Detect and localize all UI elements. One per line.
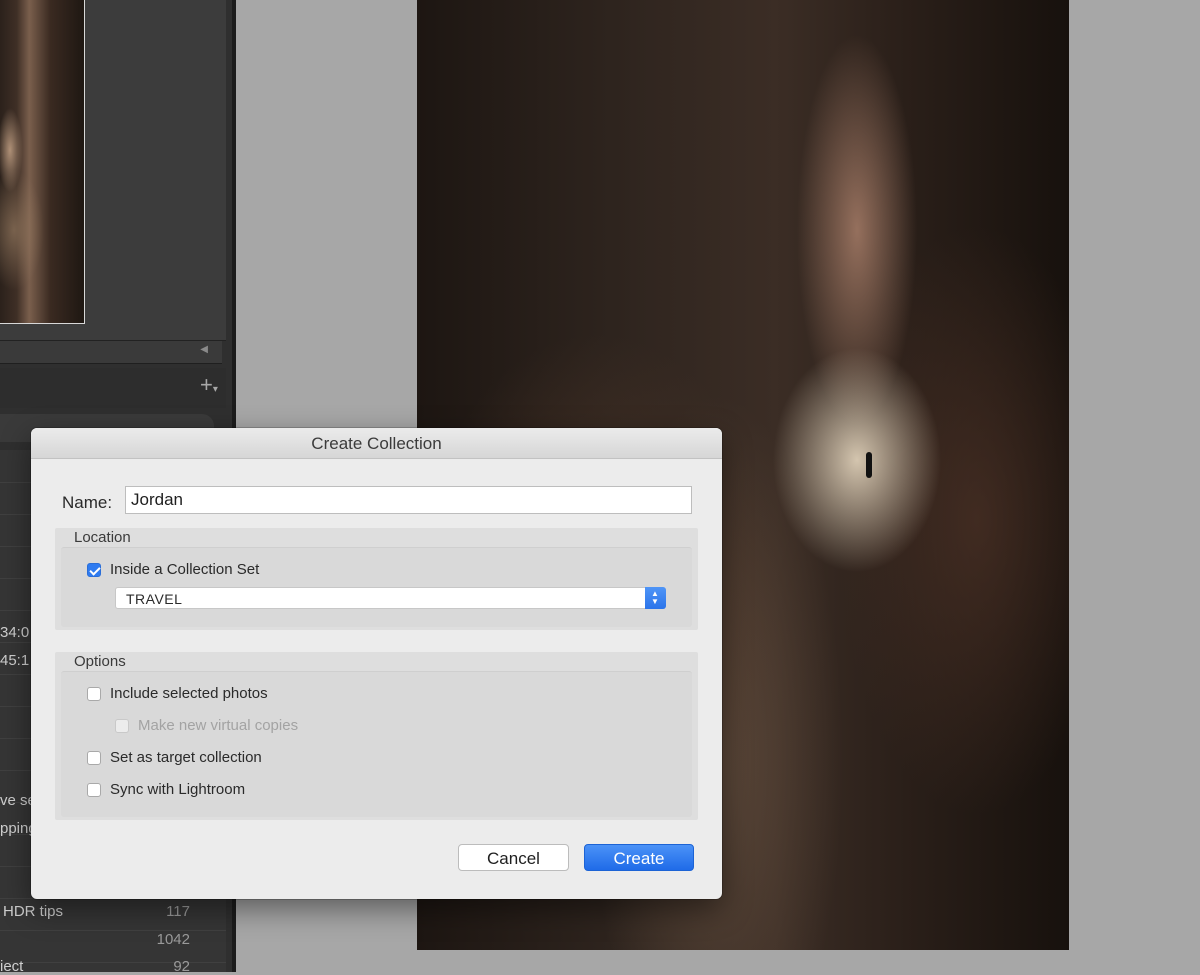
list-item-label: 45:1 [0, 652, 30, 669]
make-virtual-copies-label: Make new virtual copies [138, 717, 299, 734]
dialog-title: Create Collection [311, 434, 442, 453]
navigator-panel [0, 0, 226, 341]
inside-collection-set-checkbox[interactable] [87, 563, 101, 577]
stepper-chevrons-icon[interactable]: ▲ ▼ [645, 587, 666, 609]
list-item-label: HDR tips [3, 903, 64, 920]
collections-header [0, 368, 226, 408]
target-collection-label: Set as target collection [110, 749, 262, 766]
include-selected-photos-label: Include selected photos [110, 685, 268, 702]
collection-set-value: TRAVEL [126, 591, 183, 607]
sync-lightroom-checkbox[interactable] [87, 783, 101, 797]
cancel-button[interactable]: Cancel [458, 844, 569, 871]
photo-detail [866, 452, 872, 478]
list-item-count: 1042 [156, 931, 190, 948]
list-item[interactable] [0, 930, 226, 963]
navigator-thumbnail[interactable] [0, 0, 85, 324]
plus-icon[interactable]: +▾ [200, 374, 218, 401]
collection-set-select[interactable]: TRAVEL ▲ ▼ [115, 587, 666, 609]
include-selected-photos-checkbox[interactable] [87, 687, 101, 701]
triangle-icon[interactable]: ◀ [200, 344, 208, 355]
sync-lightroom-label: Sync with Lightroom [110, 781, 246, 798]
list-item-count: 117 [166, 903, 190, 920]
list-item-label: 34:0 [0, 624, 30, 641]
name-field[interactable] [125, 486, 692, 514]
name-label: Name: [62, 493, 113, 512]
list-item-count: 92 [173, 958, 190, 975]
location-group: Location [55, 528, 698, 630]
create-button[interactable]: Create [584, 844, 694, 871]
location-group-label: Location [74, 529, 131, 546]
dialog-title-bar[interactable]: Create Collection [31, 428, 722, 459]
options-group-label: Options [74, 653, 126, 670]
filmstrip-bar: ◀ [0, 341, 222, 364]
create-collection-dialog: Create Collection Name: Location Inside … [31, 428, 722, 899]
inside-collection-set-label: Inside a Collection Set [110, 561, 260, 578]
target-collection-checkbox[interactable] [87, 751, 101, 765]
make-virtual-copies-checkbox[interactable] [115, 719, 129, 733]
list-item-label: iect [0, 958, 24, 975]
